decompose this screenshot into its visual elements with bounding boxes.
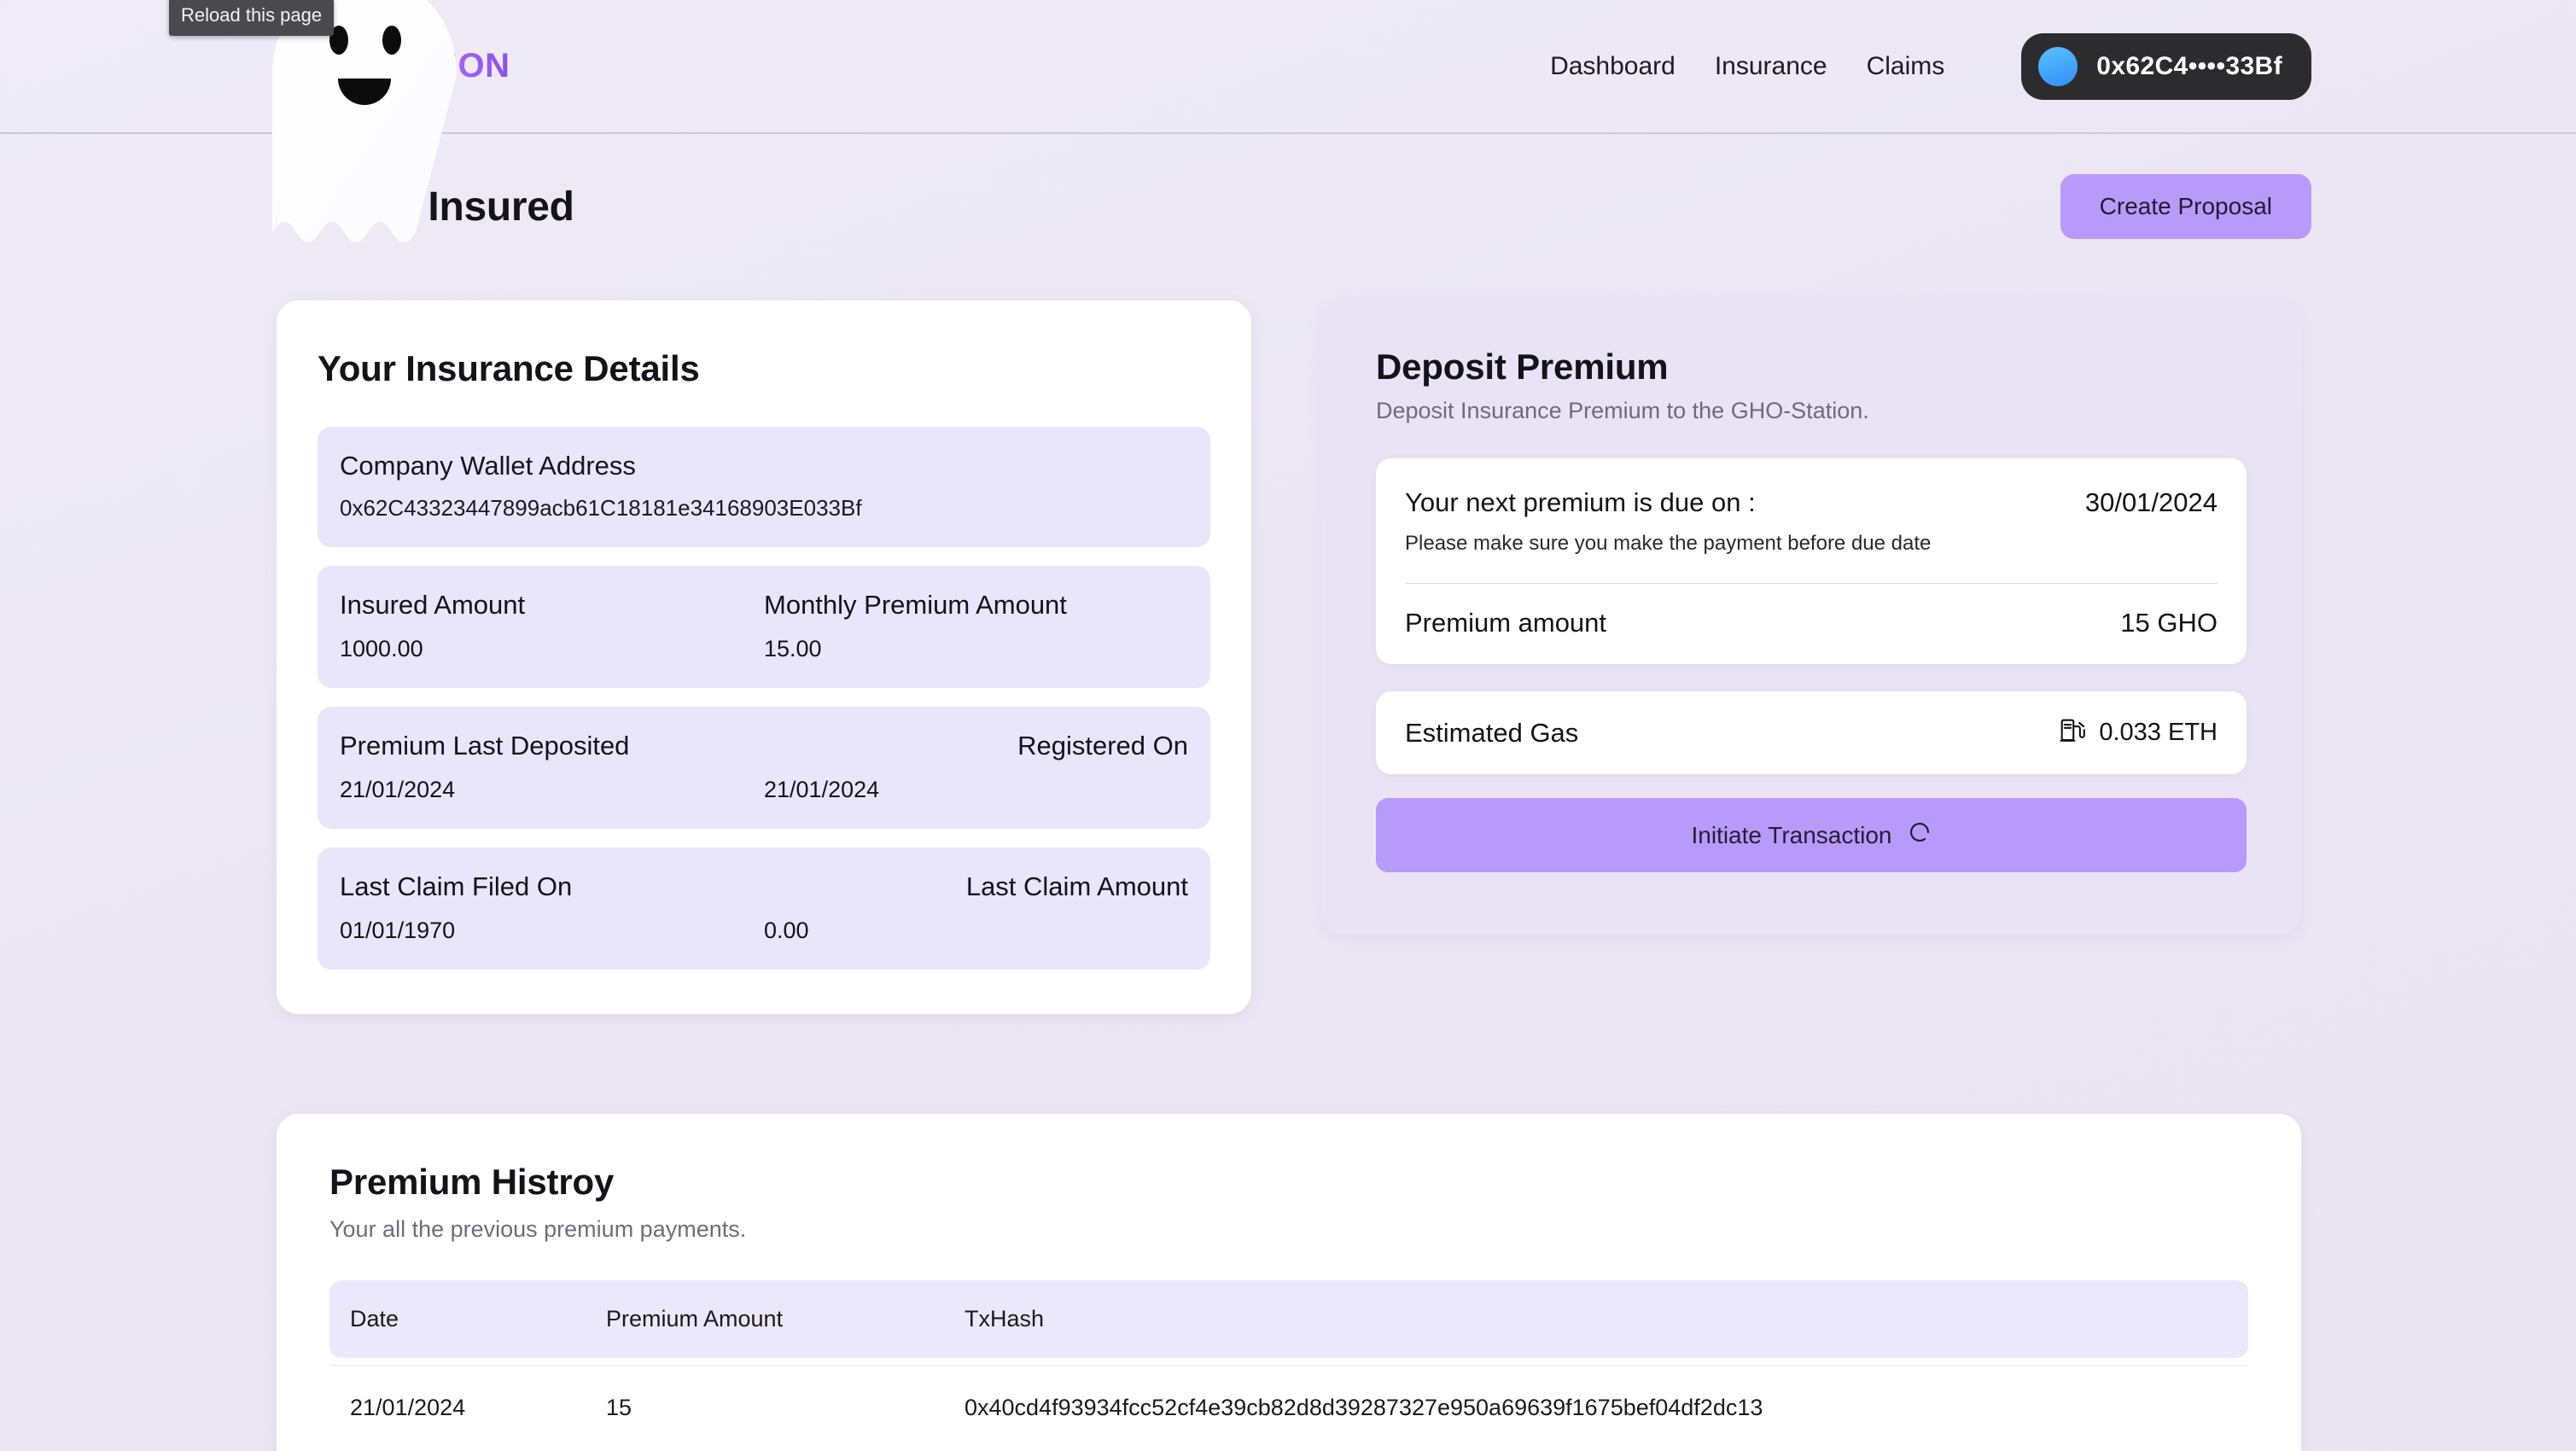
estimated-gas-value: 0.033 ETH [2099,719,2218,746]
estimated-gas-card: Estimated Gas 0.033 ETH [1376,691,2247,774]
deposit-premium-panel: Deposit Premium Deposit Insurance Premiu… [1321,300,2301,935]
initiate-transaction-button[interactable]: Initiate Transaction [1376,798,2247,872]
premium-due-hint: Please make sure you make the payment be… [1405,532,1932,555]
nav-item-dashboard[interactable]: Dashboard [1550,52,1676,81]
premium-amount-row: Premium amount 15 GHO [1405,608,2218,638]
insurance-details-title: Your Insurance Details [318,348,700,388]
table-row[interactable]: 21/01/2024 15 0x40cd4f93934fcc52cf4e39cb… [329,1365,2248,1421]
estimated-gas-label: Estimated Gas [1405,717,1579,748]
last-claim-amount-value: 0.00 [764,918,809,943]
brand-name: GHO-STATION [271,47,510,84]
column-header-premium-amount: Premium Amount [606,1306,784,1332]
cell-txhash: 0x40cd4f93934fcc52cf4e39cb82d8d39287327e… [965,1395,1763,1420]
insurance-claims-row: Last Claim Filed On 01/01/1970 Last Clai… [318,848,1210,970]
premium-amount-label: Premium amount [1405,608,1607,638]
insurance-amounts-row: Insured Amount 1000.00 Monthly Premium A… [318,566,1210,688]
premium-history-card: Premium Histroy Your all the previous pr… [277,1114,2301,1451]
insurance-details-card: Your Insurance Details Company Wallet Ad… [277,300,1251,1014]
site-header: GHO-STATION Dashboard Insurance Claims 0… [0,0,2576,134]
main-content: Your Insurance Details Company Wallet Ad… [277,300,2301,1014]
deposit-premium-title: Deposit Premium [1376,347,1669,387]
nav-item-claims[interactable]: Claims [1867,52,1945,81]
premium-history-subtitle: Your all the previous premium payments. [329,1216,747,1242]
premium-last-deposited-value: 21/01/2024 [340,777,456,802]
last-claim-filed-label: Last Claim Filed On [340,871,573,901]
company-wallet-value: 0x62C43323447899acb61C18181e34168903E033… [340,495,862,521]
premium-amount-value: 15 GHO [2120,608,2218,638]
column-header-txhash: TxHash [965,1306,1045,1332]
premium-history-table: Date Premium Amount TxHash 21/01/2024 15… [329,1280,2248,1421]
cell-date: 21/01/2024 [350,1395,466,1420]
nav-item-insurance[interactable]: Insurance [1715,52,1827,81]
cell-premium-amount: 15 [606,1395,632,1420]
wallet-address-button[interactable]: 0x62C4••••33Bf [2021,32,2311,100]
premium-card-divider [1405,583,2218,584]
wallet-address-label: 0x62C4••••33Bf [2096,51,2282,80]
premium-due-row: Your next premium is due on : 30/01/2024 [1405,487,2218,518]
fuel-pump-icon [2060,717,2086,749]
wallet-avatar-icon [2038,46,2078,86]
registered-on-label: Registered On [1017,731,1188,760]
premium-history-title: Premium Histroy [329,1162,615,1202]
page-title-row: You are Insured Create Proposal [0,167,2576,246]
registered-on-value: 21/01/2024 [764,777,880,802]
premium-due-label: Your next premium is due on : [1405,487,1756,517]
loading-spinner-icon [1908,820,1932,850]
insured-amount-value: 1000.00 [340,636,423,661]
column-header-date: Date [350,1306,399,1332]
table-header-row: Date Premium Amount TxHash [329,1280,2248,1358]
monthly-premium-label: Monthly Premium Amount [764,590,1067,620]
insured-amount-label: Insured Amount [340,590,526,620]
premium-last-deposited-label: Premium Last Deposited [340,731,630,760]
deposit-premium-subtitle: Deposit Insurance Premium to the GHO-Sta… [1376,398,1869,423]
estimated-gas-value-group: 0.033 ETH [2060,717,2218,749]
monthly-premium-value: 15.00 [764,636,822,661]
brand-logo[interactable]: GHO-STATION [271,47,510,85]
last-claim-filed-value: 01/01/1970 [340,918,456,943]
company-wallet-label: Company Wallet Address [340,451,636,481]
initiate-transaction-label: Initiate Transaction [1691,821,1892,848]
company-wallet-block: Company Wallet Address 0x62C43323447899a… [318,427,1210,547]
last-claim-amount-label: Last Claim Amount [965,871,1188,901]
page-title: You are Insured [271,184,574,230]
insurance-dates-row: Premium Last Deposited 21/01/2024 Regist… [318,707,1210,829]
main-nav: Dashboard Insurance Claims 0x62C4••••33B… [1550,32,2311,100]
browser-tooltip: Reload this page [169,0,335,36]
premium-due-card: Your next premium is due on : 30/01/2024… [1376,458,2247,664]
create-proposal-button[interactable]: Create Proposal [2060,174,2311,239]
premium-due-date: 30/01/2024 [2084,487,2218,517]
